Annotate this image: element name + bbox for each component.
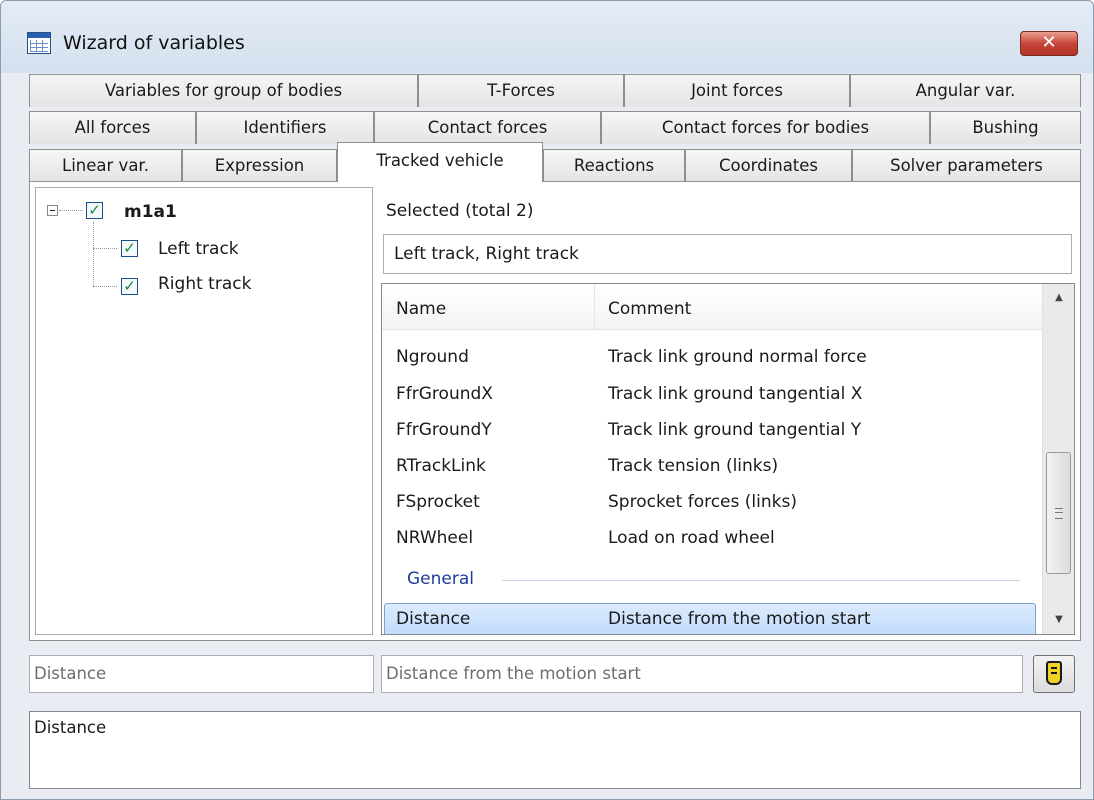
tab-coordinates[interactable]: Coordinates xyxy=(685,149,852,182)
window-title: Wizard of variables xyxy=(63,32,245,54)
checkbox-right-track[interactable]: ✓ xyxy=(121,278,138,295)
tab-reactions[interactable]: Reactions xyxy=(543,149,685,182)
selected-bodies-field[interactable]: Left track, Right track xyxy=(383,234,1072,274)
list-header: Name Comment xyxy=(382,284,1042,330)
checkbox-left-track[interactable]: ✓ xyxy=(121,240,138,257)
scroll-up-arrow-icon[interactable]: ▲ xyxy=(1043,286,1074,310)
variable-comment-field[interactable]: Distance from the motion start xyxy=(381,655,1023,693)
group-header-general: General xyxy=(407,569,474,589)
list-row-selected[interactable]: Distance Distance from the motion start xyxy=(382,603,1042,634)
column-header-comment[interactable]: Comment xyxy=(608,299,691,319)
tab-angular-var[interactable]: Angular var. xyxy=(850,74,1081,107)
column-header-name[interactable]: Name xyxy=(396,299,446,319)
row-name: FSprocket xyxy=(396,492,480,512)
tab-expression[interactable]: Expression xyxy=(182,149,337,182)
row-name: FfrGroundX xyxy=(396,384,493,404)
row-comment: Track tension (links) xyxy=(608,456,779,476)
tree-node-right-track[interactable]: Right track xyxy=(158,274,251,294)
tab-solver-parameters[interactable]: Solver parameters xyxy=(852,149,1081,182)
body-tree[interactable]: ✓ m1a1 ✓ Left track ✓ Right track xyxy=(35,187,373,635)
title-bar[interactable]: Wizard of variables ✕ xyxy=(1,1,1093,73)
row-name: RTrackLink xyxy=(396,456,486,476)
row-name: FfrGroundY xyxy=(396,420,492,440)
list-row[interactable]: FSprocket Sprocket forces (links) xyxy=(382,486,1042,520)
pick-variable-icon xyxy=(1046,661,1062,685)
checkbox-m1a1[interactable]: ✓ xyxy=(86,202,103,219)
scroll-thumb[interactable] xyxy=(1046,452,1071,574)
table-grid-icon xyxy=(27,32,51,54)
list-row[interactable]: RTrackLink Track tension (links) xyxy=(382,450,1042,484)
row-comment: Track link ground tangential X xyxy=(608,384,863,404)
wizard-window: Wizard of variables ✕ Variables for grou… xyxy=(0,0,1094,800)
group-divider xyxy=(502,580,1020,581)
pick-variable-button[interactable] xyxy=(1033,655,1075,693)
row-comment: Distance from the motion start xyxy=(608,609,871,629)
tab-tracked-vehicle[interactable]: Tracked vehicle xyxy=(337,142,543,182)
tab-linear-var[interactable]: Linear var. xyxy=(29,149,182,182)
tab-joint-forces[interactable]: Joint forces xyxy=(624,74,850,107)
row-comment: Track link ground tangential Y xyxy=(608,420,862,440)
tab-contact-forces[interactable]: Contact forces xyxy=(374,111,601,144)
row-name: Nground xyxy=(396,347,469,367)
tree-node-m1a1[interactable]: m1a1 xyxy=(124,202,177,222)
tab-variables-for-group-of-bodies[interactable]: Variables for group of bodies xyxy=(29,74,418,107)
tab-bushing[interactable]: Bushing xyxy=(930,111,1081,144)
row-name: Distance xyxy=(396,609,471,629)
tab-all-forces[interactable]: All forces xyxy=(29,111,196,144)
list-row[interactable]: FfrGroundX Track link ground tangential … xyxy=(382,378,1042,412)
row-name: NRWheel xyxy=(396,528,474,548)
list-scrollbar[interactable]: ▲ ▼ xyxy=(1042,284,1074,634)
expression-memo[interactable]: Distance xyxy=(29,711,1081,789)
close-button[interactable]: ✕ xyxy=(1020,31,1078,56)
tab-identifiers[interactable]: Identifiers xyxy=(196,111,374,144)
row-comment: Load on road wheel xyxy=(608,528,775,548)
collapse-icon[interactable] xyxy=(47,205,58,216)
row-comment: Sprocket forces (links) xyxy=(608,492,797,512)
tab-t-forces[interactable]: T-Forces xyxy=(418,74,624,107)
row-comment: Track link ground normal force xyxy=(608,347,867,367)
list-row[interactable]: NRWheel Load on road wheel xyxy=(382,522,1042,556)
variable-name-field[interactable]: Distance xyxy=(29,655,374,693)
tab-contact-forces-for-bodies[interactable]: Contact forces for bodies xyxy=(601,111,930,144)
list-row[interactable]: Nground Track link ground normal force xyxy=(382,341,1042,375)
tree-node-left-track[interactable]: Left track xyxy=(158,239,239,259)
variables-list[interactable]: Name Comment Nground Track link ground n… xyxy=(381,283,1075,635)
list-row[interactable]: FfrGroundY Track link ground tangential … xyxy=(382,414,1042,448)
scroll-down-arrow-icon[interactable]: ▼ xyxy=(1043,608,1074,632)
selected-count-label: Selected (total 2) xyxy=(386,201,534,221)
